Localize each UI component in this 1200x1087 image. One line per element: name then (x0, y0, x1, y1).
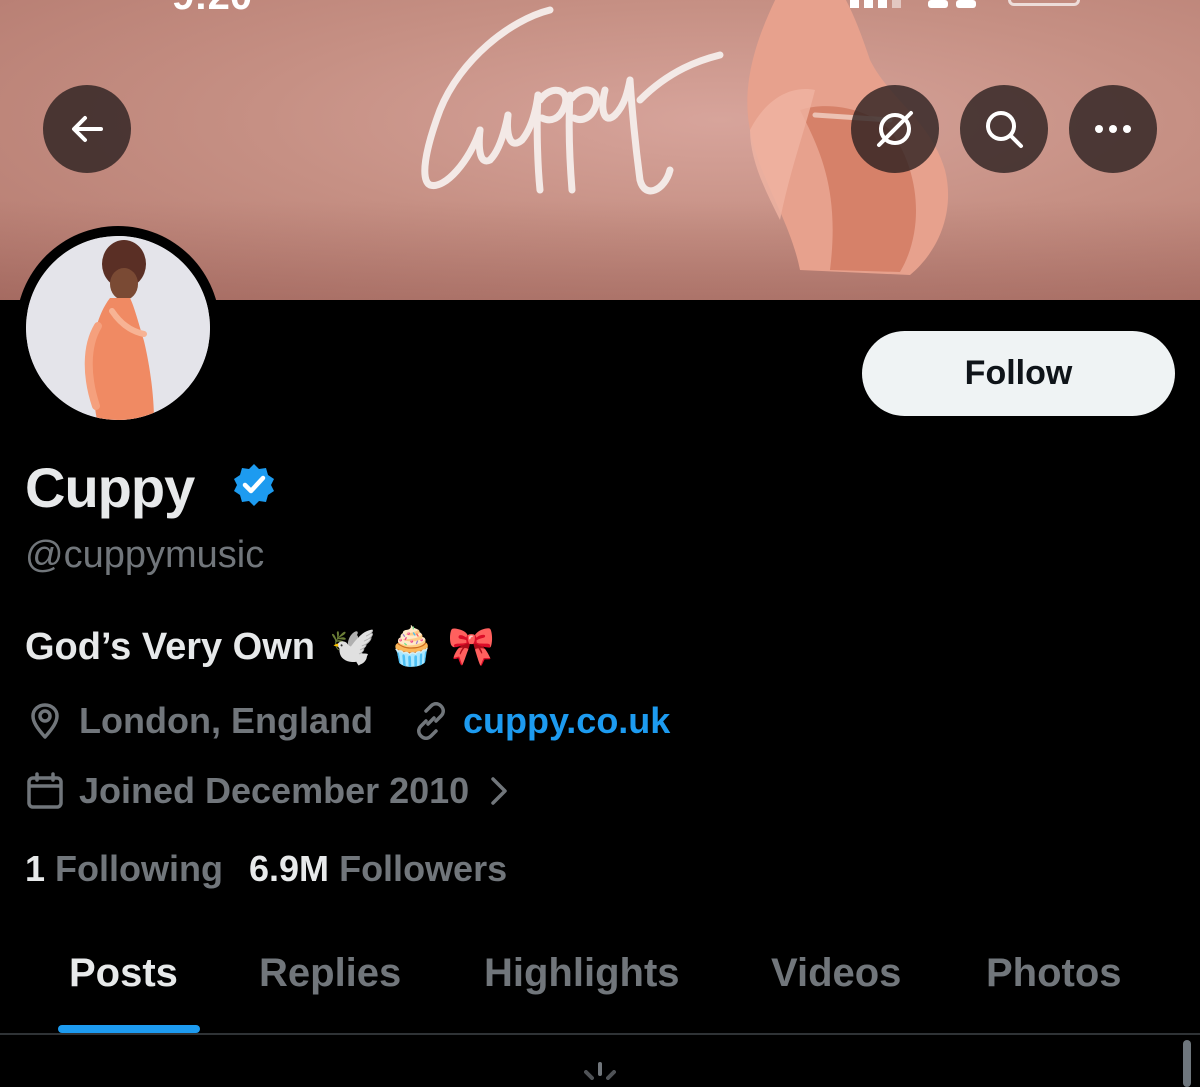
status-time: 9:20 (172, 0, 252, 19)
location-pin-icon (31, 703, 59, 739)
website-link[interactable]: cuppy.co.uk (463, 700, 670, 742)
scrollbar[interactable] (1183, 1040, 1191, 1087)
follow-stats: 1 Following 6.9M Followers (25, 848, 507, 890)
bio-emojis: 🕊️ 🧁 🎀 (329, 624, 496, 668)
joined-row[interactable]: Joined December 2010 (25, 767, 511, 815)
active-tab-indicator (58, 1025, 200, 1033)
verified-badge-icon[interactable] (231, 462, 277, 508)
chevron-right-icon (491, 777, 507, 805)
cuppy-script-logo (421, 6, 724, 195)
avatar[interactable] (26, 236, 210, 420)
signal-icon (850, 0, 901, 8)
calendar-icon (27, 772, 63, 809)
following-count: 1 (25, 848, 46, 889)
tab-videos[interactable]: Videos (771, 951, 901, 996)
grok-button[interactable] (851, 85, 939, 173)
followers-label: Followers (339, 848, 508, 889)
joined-text: Joined December 2010 (79, 770, 470, 811)
avatar-border (16, 226, 220, 430)
followers-count: 6.9M (249, 848, 330, 889)
network-icon (928, 0, 976, 8)
tab-posts[interactable]: Posts (69, 951, 178, 996)
bio-text: God’s Very Own (25, 626, 316, 668)
profile-handle: @cuppymusic (25, 534, 265, 576)
follow-button[interactable]: Follow (862, 331, 1175, 416)
tabs-divider (0, 1033, 1200, 1035)
following-link[interactable]: 1 Following (25, 848, 223, 889)
grok-icon (877, 111, 913, 147)
back-button[interactable] (43, 85, 131, 173)
loading-spinner-icon (584, 1062, 616, 1080)
battery-icon (1008, 0, 1080, 6)
location-website-row: London, England cuppy.co.uk (25, 697, 670, 745)
profile-tabs: Posts Replies Highlights Videos Photos (0, 935, 1200, 1033)
followers-link[interactable]: 6.9M Followers (249, 848, 507, 889)
more-horizontal-icon (1095, 125, 1131, 133)
more-button[interactable] (1069, 85, 1157, 173)
search-icon (986, 111, 1023, 148)
tab-highlights[interactable]: Highlights (484, 951, 680, 996)
link-icon (416, 702, 445, 740)
following-label: Following (55, 848, 224, 889)
location-text: London, England (79, 700, 373, 741)
tab-replies[interactable]: Replies (259, 951, 401, 996)
search-button[interactable] (960, 85, 1048, 173)
arrow-left-icon (72, 116, 103, 142)
avatar-portrait (26, 236, 210, 420)
tab-photos[interactable]: Photos (986, 951, 1122, 996)
display-name: Cuppy (25, 456, 195, 519)
profile-bio: God’s Very Own 🕊️ 🧁 🎀 (25, 624, 495, 669)
